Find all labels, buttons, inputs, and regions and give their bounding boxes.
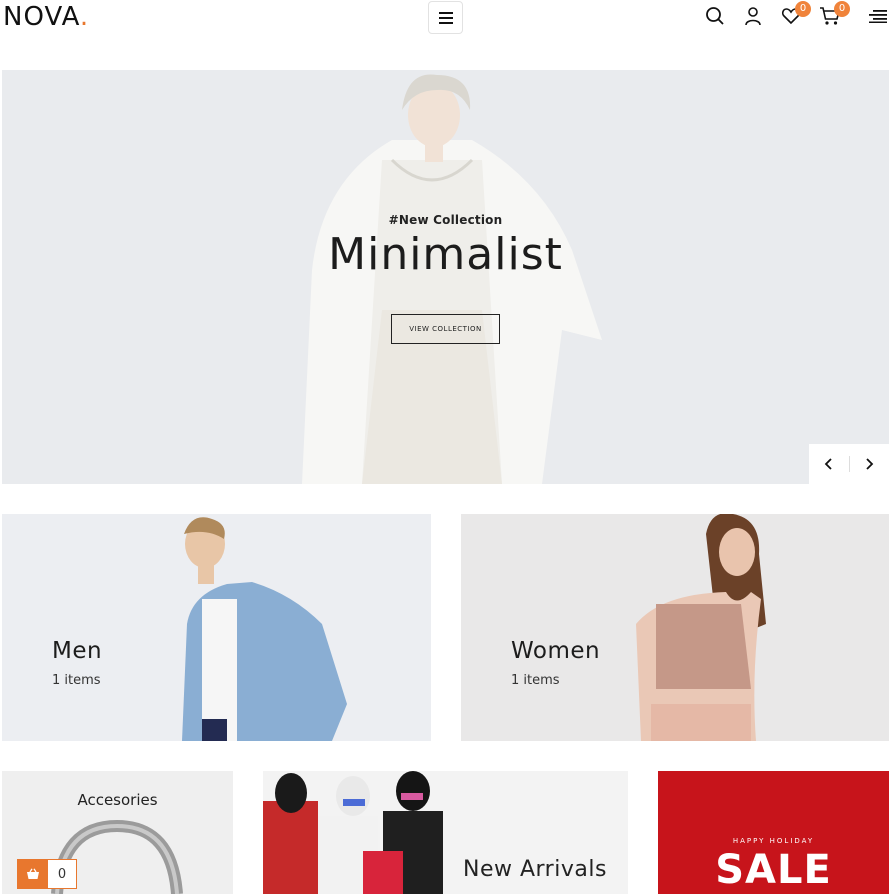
slider-prev-button[interactable] xyxy=(809,444,849,484)
sale-subtitle: HAPPY HOLIDAY xyxy=(732,837,815,845)
cart-button[interactable]: 0 xyxy=(818,1,850,28)
site-logo[interactable]: NOVA. xyxy=(3,2,89,32)
floating-cart-button[interactable]: 0 xyxy=(17,859,77,889)
hero-title: Minimalist xyxy=(328,229,563,280)
wishlist-count-badge: 0 xyxy=(795,1,811,17)
floating-cart-count: 0 xyxy=(57,866,67,882)
women-model-image xyxy=(636,514,766,741)
hamburger-icon xyxy=(438,11,453,24)
view-collection-button[interactable]: VIEW COLLECTION xyxy=(391,314,500,344)
hero-slider: #New Collection Minimalist VIEW COLLECTI… xyxy=(2,70,889,484)
cart-count-badge: 0 xyxy=(834,1,850,17)
side-menu-button[interactable] xyxy=(866,4,890,28)
category-tile-new-arrivals[interactable]: New Arrivals xyxy=(263,771,628,894)
logo-dot: . xyxy=(79,2,90,32)
logo-text: NOVA xyxy=(3,2,80,32)
new-arrivals-title: New Arrivals xyxy=(463,857,607,882)
hero-tagline: #New Collection xyxy=(388,213,503,227)
search-button[interactable] xyxy=(703,4,727,28)
account-button[interactable] xyxy=(741,4,765,28)
chevron-left-icon xyxy=(824,458,832,470)
search-icon xyxy=(706,7,724,25)
hero-text: #New Collection Minimalist xyxy=(2,213,889,281)
site-header: NOVA. 0 0 xyxy=(0,0,894,60)
category-title-women: Women xyxy=(511,638,601,664)
slider-next-button[interactable] xyxy=(849,444,889,484)
align-right-menu-icon xyxy=(869,10,887,23)
category-count-men: 1 items xyxy=(52,673,101,688)
user-icon xyxy=(745,7,761,26)
slider-navigation xyxy=(809,444,889,484)
sale-title: SALE xyxy=(715,847,832,893)
main-menu-button[interactable] xyxy=(428,1,463,34)
category-banner-women[interactable]: Women 1 items xyxy=(461,514,889,741)
men-model-image xyxy=(182,517,347,741)
floating-cart-icon-box xyxy=(18,860,48,888)
wishlist-button[interactable]: 0 xyxy=(779,1,811,28)
chevron-right-icon xyxy=(866,458,874,470)
category-title-men: Men xyxy=(52,638,103,664)
sale-banner[interactable]: HAPPY HOLIDAY SALE xyxy=(658,771,889,894)
basket-icon xyxy=(27,868,39,879)
category-banner-men[interactable]: Men 1 items xyxy=(2,514,431,741)
category-count-women: 1 items xyxy=(511,673,560,688)
